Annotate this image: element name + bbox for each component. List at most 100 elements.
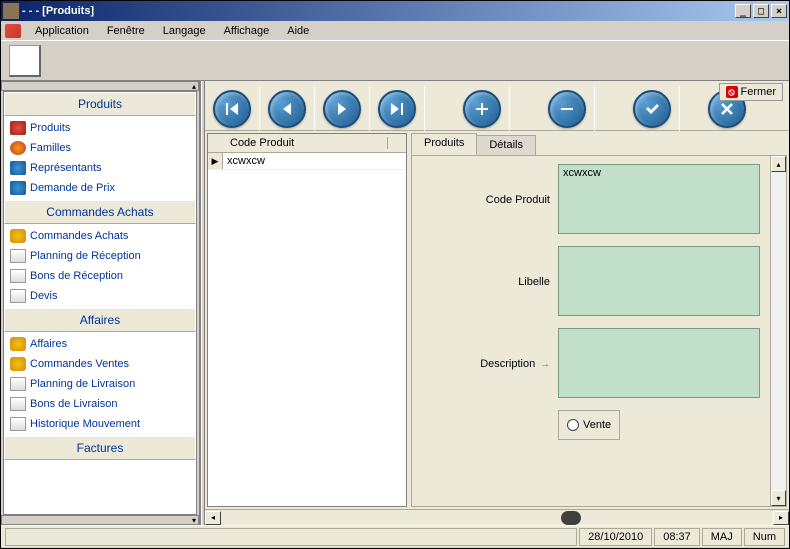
sidebar-item-label: Bons de Réception [30, 270, 123, 282]
sidebar-panel: ▴ Produits Produits Familles Représentan… [1, 81, 201, 525]
titlebar: - - - [Produits] _ □ × [1, 1, 789, 21]
vertical-scrollbar[interactable]: ▴ ▾ [770, 156, 786, 506]
save-record-button[interactable] [633, 90, 671, 128]
app-icon [3, 3, 19, 19]
sidebar-item-label: Planning de Réception [30, 250, 141, 262]
delete-record-button[interactable] [548, 90, 586, 128]
radio-group: Vente [558, 410, 620, 440]
grid-column-code-produit[interactable]: Code Produit [226, 137, 388, 149]
detail-panel: Produits Détails Code Produit xcwxcw Lib… [411, 133, 787, 507]
window-title: - - - [Produits] [22, 5, 735, 17]
menu-application[interactable]: Application [27, 23, 97, 39]
add-record-button[interactable] [463, 90, 501, 128]
menubar: Application Fenêtre Langage Affichage Ai… [1, 21, 789, 41]
commandes-achats-icon [10, 229, 26, 243]
close-window-button[interactable]: × [771, 4, 787, 18]
sidebar-item-affaires[interactable]: Affaires [4, 334, 196, 354]
document-icon[interactable] [9, 45, 41, 77]
arrow-right-icon: → [537, 359, 550, 370]
produits-icon [10, 121, 26, 135]
menu-affichage[interactable]: Affichage [216, 23, 278, 39]
scroll-right-icon[interactable]: ▸ [773, 511, 789, 525]
sidebar-item-commandes-ventes[interactable]: Commandes Ventes [4, 354, 196, 374]
sidebar-item-label: Affaires [30, 338, 67, 350]
menu-langage[interactable]: Langage [155, 23, 214, 39]
sidebar-item-devis[interactable]: Devis [4, 286, 196, 306]
sidebar-item-planning-reception[interactable]: Planning de Réception [4, 246, 196, 266]
field-libelle[interactable] [558, 246, 760, 316]
status-maj: MAJ [702, 528, 742, 546]
representants-icon [10, 161, 26, 175]
sidebar-item-bons-reception[interactable]: Bons de Réception [4, 266, 196, 286]
sidebar-item-label: Représentants [30, 162, 102, 174]
sidebar-item-demande-prix[interactable]: Demande de Prix [4, 178, 196, 198]
sidebar-scroll-down[interactable]: ▾ [1, 515, 199, 525]
sidebar-item-familles[interactable]: Familles [4, 138, 196, 158]
sidebar-item-label: Produits [30, 122, 70, 134]
scroll-down-icon[interactable]: ▾ [771, 490, 786, 506]
sidebar-header-commandes-achats[interactable]: Commandes Achats [4, 200, 196, 224]
status-date: 28/10/2010 [579, 528, 652, 546]
prev-record-button[interactable] [268, 90, 306, 128]
tab-content: Code Produit xcwxcw Libelle Description … [411, 155, 787, 507]
sidebar-item-label: Commandes Ventes [30, 358, 129, 370]
last-record-button[interactable] [378, 90, 416, 128]
row-indicator-icon: ▶ [208, 153, 223, 169]
scroll-thumb[interactable] [561, 511, 581, 525]
radio-label: Vente [583, 419, 611, 431]
devis-icon [10, 289, 26, 303]
grid-header: Code Produit [208, 134, 406, 153]
planning-livraison-icon [10, 377, 26, 391]
sidebar-item-label: Familles [30, 142, 71, 154]
document-icon-area [1, 41, 789, 81]
fermer-label: Fermer [741, 86, 776, 98]
status-message [5, 528, 577, 546]
sidebar-item-label: Planning de Livraison [30, 378, 135, 390]
maximize-button[interactable]: □ [753, 4, 769, 18]
status-num: Num [744, 528, 785, 546]
grid-cell: xcwxcw [223, 153, 406, 169]
menu-fenetre[interactable]: Fenêtre [99, 23, 153, 39]
horizontal-scrollbar[interactable]: ◂ ▸ [205, 509, 789, 525]
content-area: ⦸ Fermer [205, 81, 789, 525]
label-libelle: Libelle [420, 246, 550, 288]
menu-aide[interactable]: Aide [279, 23, 317, 39]
sidebar-item-label: Devis [30, 290, 58, 302]
sidebar-item-planning-livraison[interactable]: Planning de Livraison [4, 374, 196, 394]
sidebar-item-commandes-achats[interactable]: Commandes Achats [4, 226, 196, 246]
first-record-button[interactable] [213, 90, 251, 128]
sidebar-scroll-up[interactable]: ▴ [1, 81, 199, 91]
sidebar-item-bons-livraison[interactable]: Bons de Livraison [4, 394, 196, 414]
label-code-produit: Code Produit [420, 164, 550, 206]
sidebar-header-produits[interactable]: Produits [4, 92, 196, 116]
sidebar-item-historique-mouvement[interactable]: Historique Mouvement [4, 414, 196, 434]
sidebar-header-affaires[interactable]: Affaires [4, 308, 196, 332]
radio-icon [567, 419, 579, 431]
menu-app-icon [5, 24, 21, 38]
field-code-produit[interactable]: xcwxcw [558, 164, 760, 234]
historique-icon [10, 417, 26, 431]
sidebar-item-produits[interactable]: Produits [4, 118, 196, 138]
sidebar-header-factures[interactable]: Factures [4, 436, 196, 460]
bons-livraison-icon [10, 397, 26, 411]
affaires-icon [10, 337, 26, 351]
radio-vente[interactable]: Vente [567, 419, 611, 431]
tab-details[interactable]: Détails [476, 135, 536, 155]
grid-row[interactable]: ▶ xcwxcw [208, 153, 406, 170]
fermer-button[interactable]: ⦸ Fermer [719, 83, 783, 101]
bons-reception-icon [10, 269, 26, 283]
sidebar-item-representants[interactable]: Représentants [4, 158, 196, 178]
tab-strip: Produits Détails [411, 133, 787, 155]
scroll-left-icon[interactable]: ◂ [205, 511, 221, 525]
next-record-button[interactable] [323, 90, 361, 128]
field-description[interactable] [558, 328, 760, 398]
status-time: 08:37 [654, 528, 700, 546]
tab-produits[interactable]: Produits [411, 133, 477, 155]
scroll-up-icon[interactable]: ▴ [771, 156, 786, 172]
minimize-button[interactable]: _ [735, 4, 751, 18]
familles-icon [10, 141, 26, 155]
close-icon: ⦸ [726, 86, 738, 98]
sidebar-item-label: Demande de Prix [30, 182, 115, 194]
product-grid: Code Produit ▶ xcwxcw [207, 133, 407, 507]
commandes-ventes-icon [10, 357, 26, 371]
